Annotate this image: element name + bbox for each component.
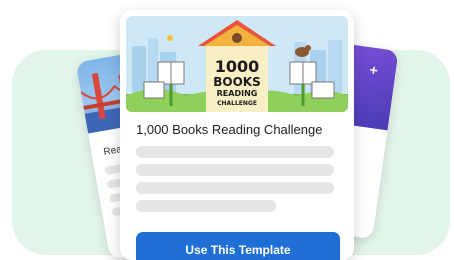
use-template-button[interactable]: Use This Template: [136, 232, 340, 260]
template-card-main[interactable]: 1000 BOOKS READING CHALLENGE 1,000 Books…: [120, 10, 354, 260]
banner-number: 1000: [215, 57, 260, 76]
banner-line1: BOOKS: [213, 75, 261, 89]
placeholder-line: [136, 146, 334, 158]
placeholder-line: [136, 164, 334, 176]
reading-challenge-banner: 1000 BOOKS READING CHALLENGE: [126, 16, 348, 112]
banner-line3: CHALLENGE: [217, 100, 257, 107]
banner-line2: READING: [217, 89, 258, 98]
template-title: 1,000 Books Reading Challenge: [136, 122, 323, 137]
placeholder-line: [136, 182, 334, 194]
placeholder-line: [136, 200, 276, 212]
